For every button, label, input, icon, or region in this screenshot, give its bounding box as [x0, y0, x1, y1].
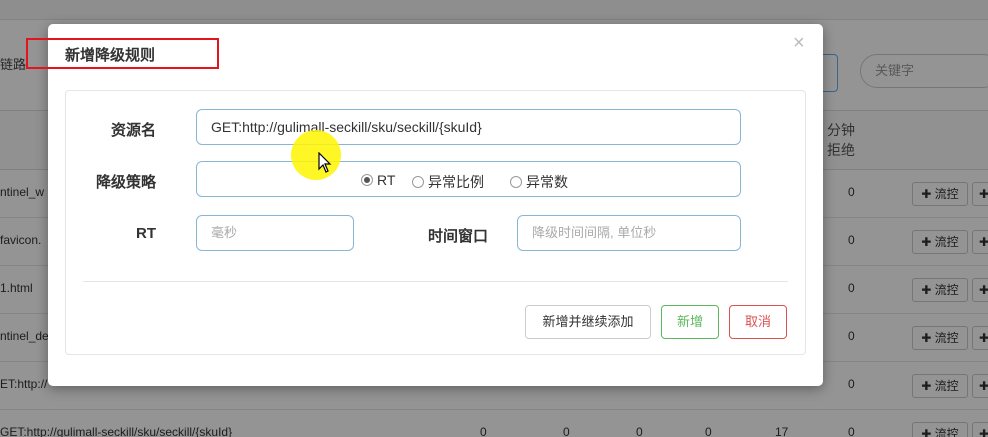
radio-exception-count-label: 异常数	[526, 174, 568, 190]
radio-exception-ratio[interactable]: 异常比例	[412, 172, 484, 192]
dialog-title: 新增降级规则	[65, 47, 156, 64]
cancel-button[interactable]: 取消	[729, 305, 787, 339]
strategy-radio-group: RT 异常比例 异常数	[196, 161, 741, 197]
close-icon[interactable]: ×	[793, 32, 805, 55]
time-window-label: 时间窗口	[427, 228, 488, 245]
resource-name-label: 资源名	[110, 122, 156, 139]
add-and-continue-button[interactable]: 新增并继续添加	[525, 305, 651, 339]
add-button[interactable]: 新增	[661, 305, 719, 339]
time-window-input[interactable]: 降级时间间隔, 单位秒	[517, 215, 741, 251]
radio-rt[interactable]: RT	[361, 172, 395, 188]
strategy-label: 降级策略	[95, 174, 156, 191]
divider	[83, 281, 788, 282]
radio-unchecked-icon	[510, 176, 522, 188]
rt-label: RT	[136, 225, 156, 242]
form-panel: 资源名 GET:http://gulimall-seckill/sku/seck…	[65, 90, 806, 355]
add-degrade-rule-dialog: 新增降级规则 × 资源名 GET:http://gulimall-seckill…	[26, 24, 823, 386]
rt-input[interactable]: 毫秒	[196, 215, 354, 251]
radio-unchecked-icon	[412, 176, 424, 188]
radio-exception-count[interactable]: 异常数	[510, 172, 568, 192]
mouse-cursor-icon	[318, 152, 332, 173]
radio-checked-icon	[361, 174, 373, 186]
radio-rt-label: RT	[377, 172, 396, 188]
radio-exception-ratio-label: 异常比例	[428, 174, 484, 190]
cursor-highlight	[291, 130, 341, 180]
resource-name-input[interactable]: GET:http://gulimall-seckill/sku/seckill/…	[196, 109, 741, 145]
